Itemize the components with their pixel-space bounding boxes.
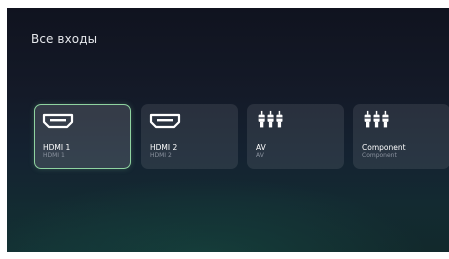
rca-connector-icon <box>364 110 389 128</box>
input-card-hdmi-2[interactable]: HDMI 2 HDMI 2 <box>141 104 238 169</box>
input-sublabel: AV <box>256 152 264 159</box>
input-sublabel: HDMI 1 <box>43 152 65 159</box>
tv-screen: Все входы HDMI 1 HDMI 1 HDMI 2 HDMI 2 AV… <box>7 8 449 252</box>
page-title: Все входы <box>31 32 98 46</box>
input-sublabel: HDMI 2 <box>150 152 172 159</box>
input-label: AV <box>256 143 266 152</box>
input-label: Component <box>362 143 406 152</box>
input-card-component[interactable]: Component Component <box>353 104 449 169</box>
input-sublabel: Component <box>362 152 397 159</box>
hdmi-icon <box>149 113 181 129</box>
hdmi-icon <box>42 113 74 129</box>
input-label: HDMI 2 <box>150 143 178 152</box>
input-label: HDMI 1 <box>43 143 71 152</box>
rca-connector-icon <box>258 110 283 128</box>
input-card-av[interactable]: AV AV <box>247 104 344 169</box>
input-card-hdmi-1[interactable]: HDMI 1 HDMI 1 <box>34 104 131 169</box>
